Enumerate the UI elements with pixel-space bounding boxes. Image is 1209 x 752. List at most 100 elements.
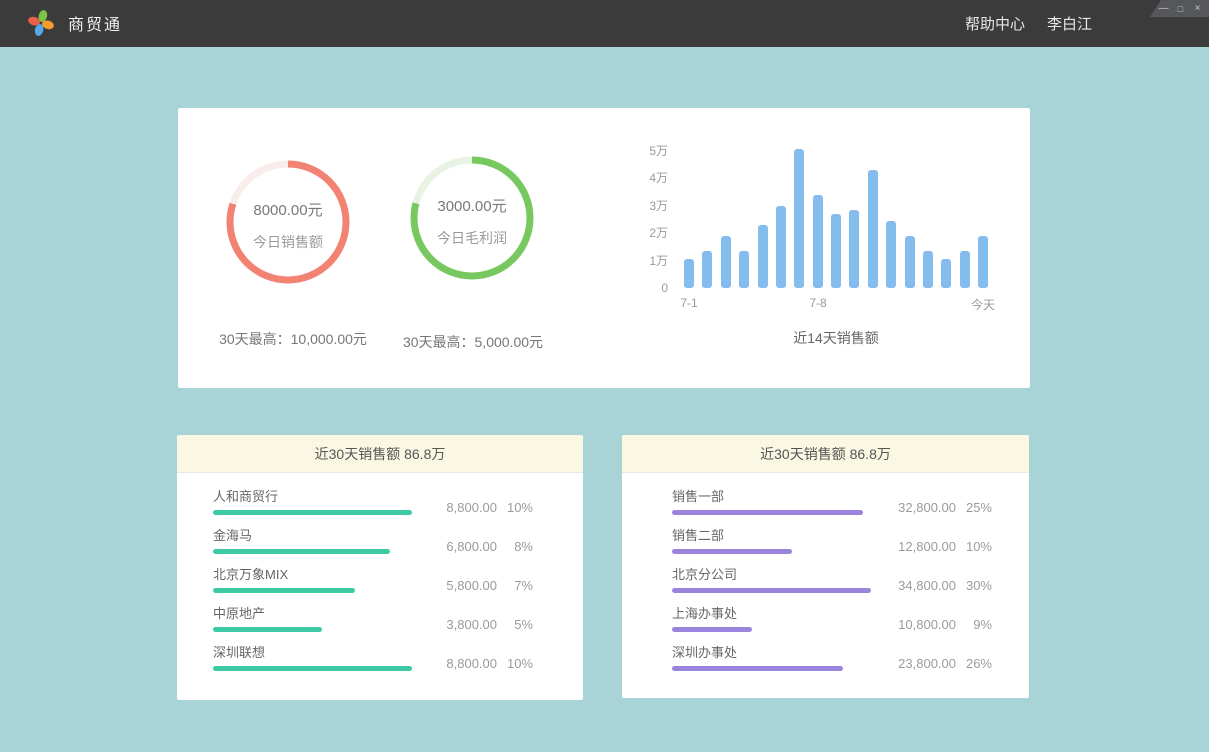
bar: [960, 251, 970, 288]
customer-ranking-card: 近30天销售额 86.8万 人和商贸行8,800.0010%金海马6,800.0…: [177, 435, 583, 700]
sales-14d-bar-chart: 01万2万3万4万5万 7-17-8今天 近14天销售额: [618, 108, 1030, 388]
list-item-bar: [213, 510, 412, 515]
department-ranking-title: 近30天销售额 86.8万: [622, 435, 1029, 473]
list-item-bar: [213, 588, 355, 593]
list-item-bar: [672, 510, 863, 515]
list-item-value: 6,800.00: [419, 540, 497, 554]
list-item: 销售一部32,800.0025%: [672, 489, 992, 515]
list-item-label: 销售二部: [672, 528, 878, 543]
list-item-percent: 10%: [497, 501, 533, 515]
list-item-bar: [672, 588, 871, 593]
y-axis-tick-label: 5万: [618, 143, 668, 159]
x-axis-tick-label: 今天: [971, 296, 995, 313]
list-item-value: 3,800.00: [419, 618, 497, 632]
bar: [941, 259, 951, 288]
maximize-icon[interactable]: □: [1175, 4, 1186, 14]
list-item-label: 金海马: [213, 528, 419, 543]
today-profit-donut-center: 3000.00元 今日毛利润: [410, 156, 534, 280]
x-axis-tick-label: 7-1: [680, 296, 697, 310]
bar: [978, 236, 988, 288]
topbar-links: 帮助中心 李白江: [965, 0, 1092, 47]
brand: 商贸通: [28, 9, 122, 37]
list-item-value: 34,800.00: [878, 579, 956, 593]
bar: [831, 214, 841, 288]
title-bar: 商贸通 帮助中心 李白江 — □ ×: [0, 0, 1209, 47]
bar: [721, 236, 731, 288]
list-item: 深圳办事处23,800.0026%: [672, 645, 992, 671]
list-item: 北京分公司34,800.0030%: [672, 567, 992, 593]
list-item: 销售二部12,800.0010%: [672, 528, 992, 554]
app-title: 商贸通: [68, 11, 122, 35]
list-item-percent: 9%: [956, 618, 992, 632]
list-item-percent: 8%: [497, 540, 533, 554]
list-item-percent: 7%: [497, 579, 533, 593]
list-item-bar: [213, 549, 390, 554]
list-item-label: 中原地产: [213, 606, 419, 621]
bar: [758, 225, 768, 288]
window-controls: — □ ×: [1150, 0, 1209, 17]
list-item: 北京万象MIX5,800.007%: [213, 567, 533, 593]
today-profit-30d-max: 30天最高：5,000.00元: [383, 332, 563, 352]
list-item-percent: 10%: [497, 657, 533, 671]
department-ranking-rows: 销售一部32,800.0025% 销售二部12,800.0010% 北京分公司34,…: [622, 473, 1029, 671]
today-sales-donut: 8000.00元 今日销售额: [226, 160, 350, 284]
list-item-value: 8,800.00: [419, 501, 497, 515]
list-item: 深圳联想8,800.0010%: [213, 645, 533, 671]
bar-chart-plot: [684, 144, 988, 288]
bar: [868, 170, 878, 288]
list-item-value: 8,800.00: [419, 657, 497, 671]
today-profit-donut: 3000.00元 今日毛利润: [410, 156, 534, 280]
list-item-percent: 26%: [956, 657, 992, 671]
bar: [905, 236, 915, 288]
today-sales-donut-center: 8000.00元 今日销售额: [226, 160, 350, 284]
today-profit-label: 今日毛利润: [437, 228, 507, 248]
bar: [923, 251, 933, 288]
bar: [794, 149, 804, 288]
list-item-percent: 25%: [956, 501, 992, 515]
list-item-value: 23,800.00: [878, 657, 956, 671]
list-item: 上海办事处10,800.009%: [672, 606, 992, 632]
customer-ranking-title: 近30天销售额 86.8万: [177, 435, 583, 473]
list-item: 金海马6,800.008%: [213, 528, 533, 554]
list-item-value: 10,800.00: [878, 618, 956, 632]
list-item-bar: [672, 549, 792, 554]
bar: [776, 206, 786, 288]
overview-card: 8000.00元 今日销售额 30天最高：10,000.00元 3000.00元…: [178, 108, 1030, 388]
y-axis-tick-label: 4万: [618, 170, 668, 186]
list-item-label: 销售一部: [672, 489, 878, 504]
list-item-label: 北京分公司: [672, 567, 878, 582]
list-item-value: 32,800.00: [878, 501, 956, 515]
bar: [849, 210, 859, 288]
bar-chart-caption: 近14天销售额: [684, 328, 988, 348]
today-sales-label: 今日销售额: [253, 232, 323, 252]
list-item-bar: [213, 666, 412, 671]
list-item-bar: [672, 666, 843, 671]
y-axis-tick-label: 1万: [618, 253, 668, 269]
list-item-label: 人和商贸行: [213, 489, 419, 504]
list-item-label: 北京万象MIX: [213, 567, 419, 582]
y-axis-tick-label: 2万: [618, 225, 668, 241]
help-center-link[interactable]: 帮助中心: [965, 13, 1025, 34]
list-item-percent: 30%: [956, 579, 992, 593]
bar: [813, 195, 823, 288]
user-menu[interactable]: 李白江: [1047, 13, 1092, 34]
customer-ranking-rows: 人和商贸行8,800.0010%金海马6,800.008%北京万象MIX5,80…: [177, 473, 583, 671]
list-item-label: 深圳办事处: [672, 645, 878, 660]
minimize-icon[interactable]: —: [1158, 4, 1169, 14]
list-item: 人和商贸行8,800.0010%: [213, 489, 533, 515]
today-sales-value: 8000.00元: [253, 199, 322, 220]
close-icon[interactable]: ×: [1192, 4, 1203, 14]
department-ranking-card: 近30天销售额 86.8万 销售一部32,800.0025% 销售二部12,800…: [622, 435, 1029, 698]
list-item-label: 深圳联想: [213, 645, 419, 660]
bar: [684, 259, 694, 288]
x-axis-tick-label: 7-8: [809, 296, 826, 310]
list-item-label: 上海办事处: [672, 606, 878, 621]
bar: [702, 251, 712, 288]
pinwheel-logo-icon: [28, 9, 54, 37]
list-item-bar: [213, 627, 322, 632]
bar: [886, 221, 896, 288]
today-sales-30d-max: 30天最高：10,000.00元: [198, 329, 388, 349]
list-item: 中原地产3,800.005%: [213, 606, 533, 632]
list-item-percent: 10%: [956, 540, 992, 554]
y-axis-tick-label: 0: [618, 280, 668, 296]
